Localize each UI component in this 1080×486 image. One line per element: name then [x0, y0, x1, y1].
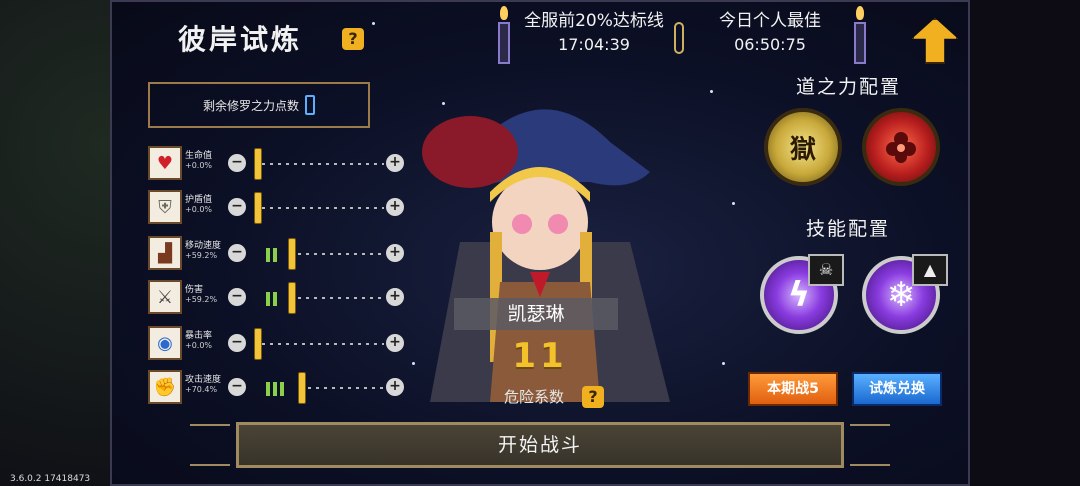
title-help-icon[interactable]: ? [342, 28, 364, 50]
stat-row-shield: ⛨ 护盾值 +0.0% − + [148, 190, 408, 228]
stat-row-attack-speed: ✊ 攻击速度 +70.4% − + [148, 370, 408, 408]
boot-icon: ▟ [148, 236, 182, 270]
stat-level-bars [266, 292, 277, 306]
stat-slider-handle[interactable] [288, 238, 296, 270]
decrease-button[interactable]: − [228, 378, 246, 396]
stat-pct: +0.0% [185, 161, 213, 170]
dao-orb-prison[interactable]: 獄 [764, 108, 842, 186]
divider-ornament [674, 22, 684, 54]
gauntlet-icon: ✊ [148, 370, 182, 404]
scroll-ornament-right [850, 424, 890, 466]
stat-slider-handle[interactable] [254, 328, 262, 360]
decrease-button[interactable]: − [228, 288, 246, 306]
stat-slider-handle[interactable] [254, 148, 262, 180]
stat-track [308, 387, 384, 389]
trial-exchange-button[interactable]: 试炼兑换 [852, 372, 942, 406]
personal-best-label: 今日个人最佳 [719, 11, 821, 31]
dao-orb-flower[interactable] [862, 108, 940, 186]
stat-name: 移动速度 [185, 241, 222, 251]
skull-icon: ☠ [808, 254, 844, 286]
lightning-icon: ϟ [787, 275, 811, 315]
stat-track [262, 207, 384, 209]
character-name: 凯瑟琳 [454, 298, 618, 330]
stat-row-move-speed: ▟ 移动速度 +59.2% − + [148, 236, 408, 274]
server-threshold: 全服前20%达标线 17:04:39 [516, 6, 672, 64]
version-label: 3.6.0.2 17418473 [10, 474, 91, 484]
stat-name: 护盾值 [185, 195, 213, 205]
start-battle-button[interactable]: 开始战斗 [236, 422, 844, 468]
stat-row-damage: ⚔ 伤害 +59.2% − + [148, 280, 408, 318]
season-battle-button[interactable]: 本期战5 [748, 372, 838, 406]
page-title: 彼岸试炼 [178, 23, 303, 56]
danger-label: 危险系数 [504, 388, 565, 406]
stat-pct: +0.0% [185, 205, 213, 214]
scroll-ornament-left [190, 424, 230, 466]
stat-track [298, 297, 384, 299]
dao-section-title: 道之力配置 [796, 76, 902, 98]
decrease-button[interactable]: − [228, 334, 246, 352]
stat-row-crit: ◉ 暴击率 +0.0% − + [148, 326, 408, 364]
remaining-points-value [305, 95, 315, 115]
danger-help-icon[interactable]: ? [582, 386, 604, 408]
stat-level-bars [266, 248, 277, 262]
decrease-button[interactable]: − [228, 198, 246, 216]
shield-icon: ⛨ [148, 190, 182, 224]
stat-level-bars [266, 382, 284, 396]
decrease-button[interactable]: − [228, 154, 246, 172]
personal-best: 今日个人最佳 06:50:75 [690, 6, 850, 64]
stat-pct: +59.2% [185, 295, 218, 304]
server-threshold-label: 全服前20%达标线 [524, 11, 664, 31]
candle-icon [852, 6, 868, 66]
remaining-points-box: 剩余修罗之力点数 [148, 82, 370, 128]
stat-row-hp: ♥ 生命值 +0.0% − + [148, 146, 408, 184]
heart-icon: ♥ [148, 146, 182, 180]
stat-track [262, 343, 384, 345]
crystal-icon: ▲ [912, 254, 948, 286]
stat-slider-handle[interactable] [298, 372, 306, 404]
stat-track [298, 253, 384, 255]
stat-name: 暴击率 [185, 331, 213, 341]
remaining-points-label: 剩余修罗之力点数 [202, 98, 299, 113]
eye-icon: ◉ [148, 326, 182, 360]
stat-name: 攻击速度 [185, 375, 222, 385]
stat-name: 伤害 [185, 285, 204, 295]
personal-best-time: 06:50:75 [734, 35, 806, 54]
stat-track [262, 163, 384, 165]
stat-slider-handle[interactable] [254, 192, 262, 224]
server-threshold-time: 17:04:39 [558, 35, 630, 54]
skill-section-title: 技能配置 [806, 218, 891, 240]
stat-pct: +59.2% [185, 251, 218, 260]
decrease-button[interactable]: − [228, 244, 246, 262]
sword-icon: ⚔ [148, 280, 182, 314]
candle-icon [496, 6, 512, 66]
snowflake-icon: ❄ [886, 275, 916, 315]
flower-icon [886, 132, 916, 163]
prison-glyph: 獄 [789, 134, 816, 165]
stat-name: 生命值 [185, 151, 213, 161]
stat-pct: +0.0% [185, 341, 213, 350]
stat-slider-handle[interactable] [288, 282, 296, 314]
stat-pct: +70.4% [185, 385, 218, 394]
danger-value: 11 [512, 336, 568, 376]
